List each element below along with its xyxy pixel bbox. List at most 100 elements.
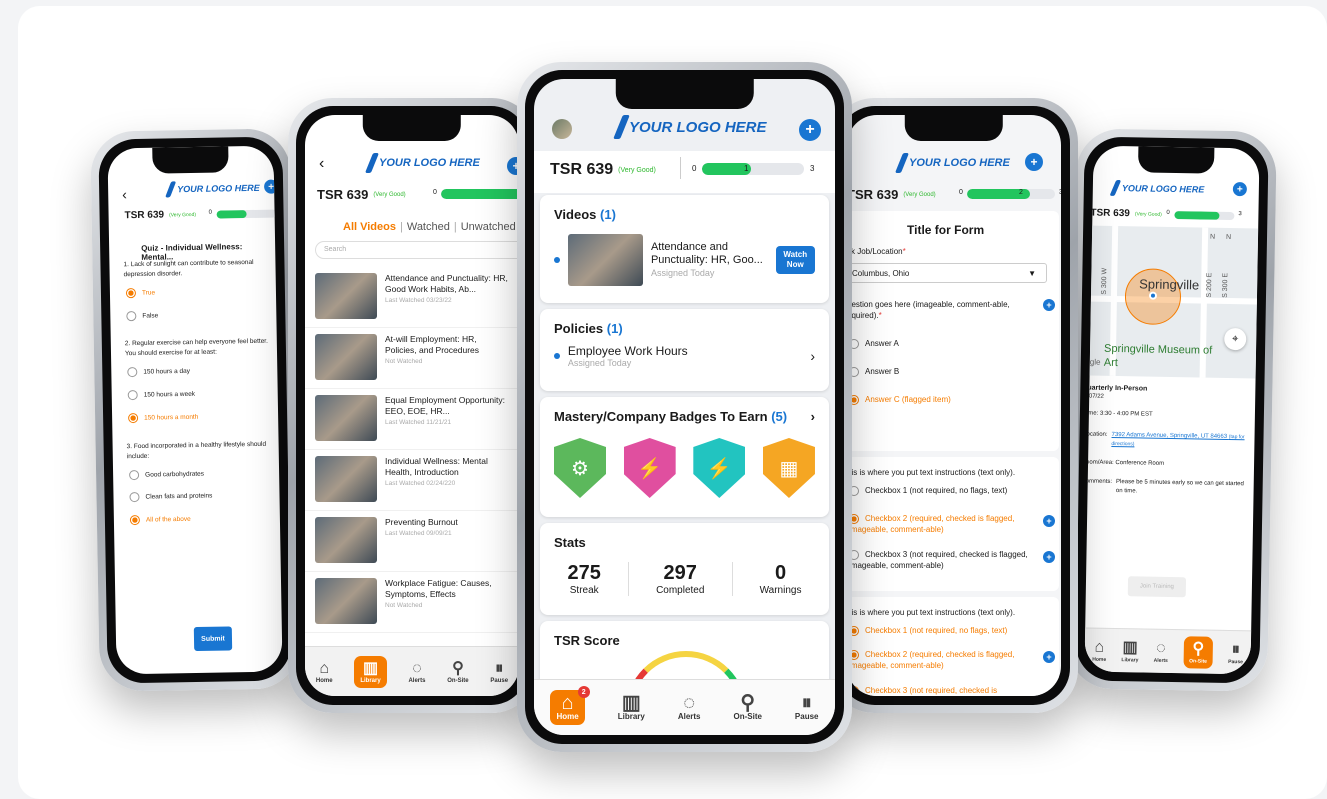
list-item[interactable]: Individual Wellness: Mental Health, Intr… [305,450,519,511]
back-icon[interactable]: ‹ [122,186,127,202]
map-google-label: gle [1089,357,1101,367]
checkbox-item[interactable]: Checkbox 1 (not required, no flags, text… [849,625,1029,636]
filter-unwatched[interactable]: Unwatched [461,221,516,233]
submit-button[interactable]: Submit [193,626,233,652]
list-item[interactable]: Equal Employment Opportunity: EEO, EOE, … [305,389,519,450]
tsr-label: TSR 639 [124,209,165,222]
tab-alerts[interactable]: ◌ Alerts [678,692,701,721]
tab-alerts[interactable]: ◌ Alerts [1154,639,1169,663]
tab-library[interactable]: ▥ Library [354,655,387,688]
tab-home[interactable]: ⌂ Home [1092,638,1106,662]
list-item[interactable]: At-will Employment: HR, Policies, and Pr… [305,328,519,389]
tab-home[interactable]: ⌂ Home [316,660,333,684]
map-road-label: N [1209,233,1216,241]
checkbox-item[interactable]: Checkbox 1 (not required, no flags, text… [849,485,1029,496]
tab-onsite[interactable]: ⚲ On-Site [447,660,468,684]
tab-pause[interactable]: ⏸ Pause [795,693,819,721]
tab-pause[interactable]: ⏸ Pause [490,660,508,684]
policies-section[interactable]: Policies (1) Employee Work Hours Assigned… [540,309,829,391]
section-title: Videos (1) [554,207,616,222]
app-logo: YOUR LOGO HERE [894,153,1010,173]
answer-label: True [141,289,156,297]
tsr-progress-bar [441,189,519,199]
add-comment-icon[interactable]: + [1043,515,1055,527]
tab-pause[interactable]: ⏸ Pause [1228,641,1243,665]
locate-me-icon[interactable]: ⌖ [1224,327,1247,351]
answer-option[interactable]: Answer C (flagged item) [849,395,951,405]
form-title: Title for Form [907,223,985,237]
list-item[interactable]: Workplace Fatigue: Causes, Symptoms, Eff… [305,572,519,633]
stats-row: 275 Streak 297 Completed 0 Warnings [554,562,815,596]
video-item[interactable]: Attendance and Punctuality: HR, Goo... As… [554,234,815,286]
answer-option[interactable]: Answer A [849,339,899,349]
checkbox-item[interactable]: Checkbox 2 (required, checked is flagged… [849,513,1029,535]
app-logo: YOUR LOGO HERE [1109,179,1205,198]
policy-item[interactable]: Employee Work Hours Assigned Today › [554,344,815,368]
map-poi-label: Springville Museum of Art [1103,342,1213,370]
filter-watched[interactable]: Watched [407,221,450,233]
location-link[interactable]: 7392 Adams Avenue, Springville, UT 84663… [1111,431,1246,451]
list-item[interactable]: Preventing Burnout Last Watched 09/09/21 [305,511,519,572]
badge-icon[interactable]: ⚡ [623,438,676,498]
answer-option[interactable]: All of the above [129,513,276,526]
search-input[interactable]: Search [315,241,519,259]
answer-label: All of the above [145,515,191,524]
checkbox-item[interactable]: Checkbox 3 (not required, checked is [849,685,1029,696]
add-icon[interactable]: + [263,179,279,194]
badges-section[interactable]: Mastery/Company Badges To Earn (5) › ⚙ ⚡ … [540,397,829,517]
pause-icon: ⏸ [495,659,504,677]
tsr-label: TSR 639 [317,187,369,202]
add-comment-icon[interactable]: + [1043,299,1055,311]
comments-label: omments: [1085,478,1113,485]
tsr-label: TSR 639 [847,187,899,202]
tsr-min: 0 [692,164,697,173]
checkbox-item[interactable]: Checkbox 3 (not required, checked is fla… [849,549,1029,571]
badge-icon[interactable]: ▦ [762,438,815,498]
answer-label: False [142,312,159,320]
map[interactable]: Springville S 300 W S 200 E S 300 E N N … [1089,225,1259,379]
phone-quiz: ‹ YOUR LOGO HERE + TSR 639 (Very Good) 0 … [90,128,300,692]
tab-alerts[interactable]: ◌ Alerts [408,660,425,684]
alerts-icon: ◌ [683,692,696,714]
watch-now-button[interactable]: Watch Now [775,246,815,274]
answer-option[interactable]: Good carbohydrates [129,467,275,480]
add-icon[interactable]: + [799,119,821,141]
add-icon[interactable]: + [1232,182,1247,197]
answer-option[interactable]: False [126,308,272,321]
logo-mark-icon [894,153,910,173]
phone-notch [152,146,230,174]
avatar[interactable] [552,119,572,139]
answer-option[interactable]: True [125,286,272,299]
job-location-select[interactable]: Columbus, Ohio ▼ [847,263,1047,283]
add-icon[interactable]: + [1025,153,1043,171]
bottom-tab-bar: ⌂ Home ▥ Library ◌ Alerts ⚲ On-Site ⏸ Pause [1084,627,1252,675]
tab-onsite[interactable]: ⚲ On-Site [1183,635,1214,669]
app-logo: YOUR LOGO HERE [165,180,260,198]
checkbox-item[interactable]: Checkbox 2 (required, checked is flagged… [849,649,1029,671]
badge-icon[interactable]: ⚡ [693,438,746,498]
tab-library[interactable]: ▥ Library [618,693,645,721]
logo-mark-icon [613,115,630,139]
answer-option[interactable]: Answer B [849,367,899,377]
tab-library[interactable]: ▥ Library [1121,639,1138,663]
tab-onsite[interactable]: ⚲ On-Site [733,693,761,721]
tsr-progress-bar [1174,211,1235,221]
bottom-tab-bar: ⌂ Home 2 ▥ Library ◌ Alerts ⚲ On-Site ⏸ Pause [534,679,835,735]
form-card: Title for Form ck Job/Location* Columbus… [847,211,1059,451]
back-icon[interactable]: ‹ [319,155,324,173]
tsr-summary: TSR 639 (Very Good) [847,187,936,202]
answer-option[interactable]: 150 hours a week [127,388,274,401]
filter-all-videos[interactable]: All Videos [343,221,396,233]
tab-home[interactable]: ⌂ Home 2 [550,686,590,725]
notification-badge: 2 [577,686,590,698]
tsr-rating: (Very Good) [373,191,406,198]
section-title: TSR Score [554,633,620,648]
join-training-button[interactable]: Join Training [1127,576,1187,598]
list-item[interactable]: Attendance and Punctuality: HR, Good Wor… [305,267,519,328]
answer-option[interactable]: Clean fats and proteins [129,490,275,503]
answer-option[interactable]: 150 hours a day [127,365,273,378]
add-comment-icon[interactable]: + [1043,551,1055,563]
answer-option[interactable]: 150 hours a month [128,410,274,424]
add-comment-icon[interactable]: + [1043,651,1055,663]
badge-icon[interactable]: ⚙ [554,438,606,498]
